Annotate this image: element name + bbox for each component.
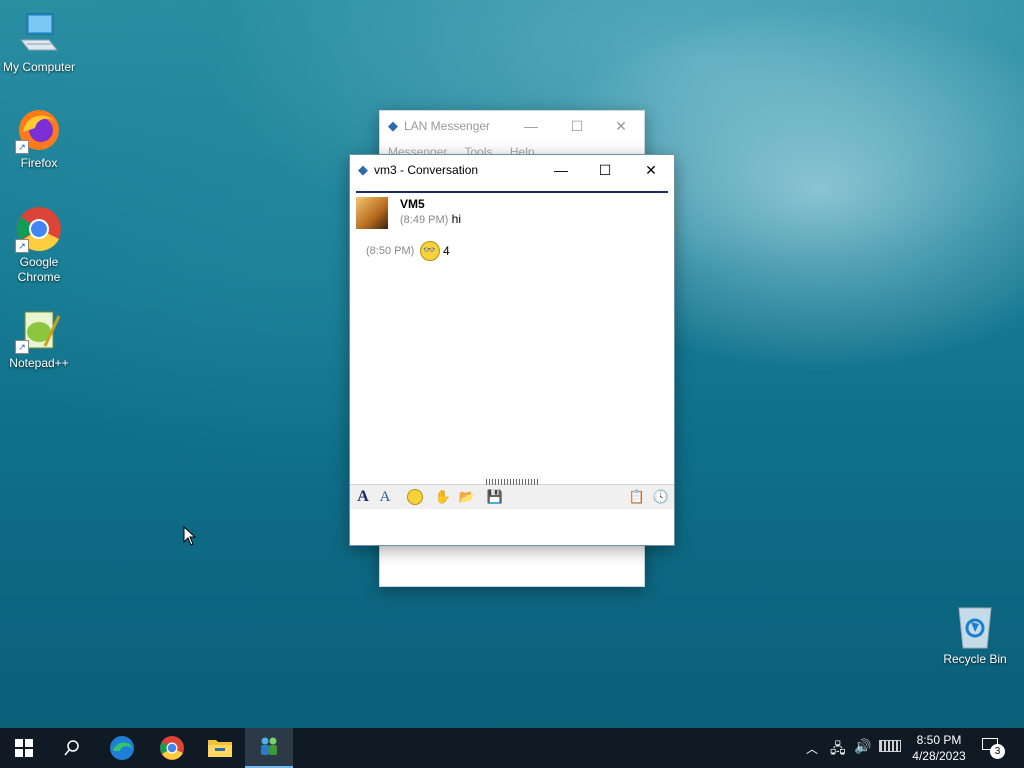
notification-count-badge: 3	[990, 744, 1005, 759]
desktop-icon-label: My Computer	[2, 60, 76, 74]
network-icon[interactable]: 🖧	[830, 738, 846, 762]
taskbar: ︿ 🖧 🔊 8:50 PM 4/28/2023 3	[0, 728, 1024, 768]
desktop-icon-label: Recycle Bin	[943, 652, 1007, 666]
desktop-icon-label: Firefox	[20, 156, 58, 170]
windows-logo-icon	[15, 739, 33, 757]
clock-date: 4/28/2023	[912, 749, 966, 763]
close-button[interactable]: ✕	[598, 111, 644, 141]
start-button[interactable]	[0, 728, 48, 768]
edge-icon	[110, 736, 134, 760]
notepad-plus-plus-icon: ↗	[15, 306, 63, 354]
message-text: hi	[451, 212, 461, 226]
send-file-icon[interactable]: 📂	[458, 489, 476, 505]
message-input[interactable]	[350, 509, 674, 545]
show-hidden-icons-button[interactable]: ︿	[806, 740, 818, 757]
conversation-app-icon: ◆	[358, 162, 368, 177]
mouse-cursor-icon	[183, 525, 197, 549]
desktop-icon-google-chrome[interactable]: ↗ Google Chrome	[1, 205, 77, 285]
nerd-emoticon-icon: 👓	[419, 241, 440, 261]
search-icon	[64, 740, 79, 756]
avatar	[356, 197, 388, 229]
minimize-button[interactable]: —	[538, 155, 584, 185]
volume-icon[interactable]: 🔊	[854, 738, 871, 755]
splitter-grip[interactable]	[486, 479, 538, 485]
notification-center-button[interactable]: 3	[980, 736, 1006, 760]
message-line: (8:50 PM) 👓 4	[366, 241, 668, 261]
message-history[interactable]: VM5 (8:49 PM) hi (8:50 PM) 👓 4	[356, 191, 668, 471]
search-button[interactable]	[48, 728, 96, 768]
desktop-icon-my-computer[interactable]: My Computer	[1, 10, 77, 75]
conversation-titlebar[interactable]: ◆ vm3 - Conversation — ☐ ✕	[350, 155, 674, 185]
lan-messenger-icon	[261, 737, 277, 755]
shortcut-arrow-icon: ↗	[15, 239, 29, 253]
desktop-icon-recycle-bin[interactable]: Recycle Bin	[937, 602, 1013, 667]
font-icon[interactable]: A	[354, 488, 372, 505]
lan-messenger-app-icon: ◆	[388, 118, 398, 133]
computer-icon	[15, 10, 63, 58]
compose-toolbar: A A ✋ 📂 💾 📋 🕓	[350, 479, 674, 510]
history-icon[interactable]: 🕓	[652, 489, 670, 505]
taskbar-chrome[interactable]	[148, 728, 196, 768]
desktop-icon-label: Google Chrome	[17, 255, 61, 284]
taskbar-lan-messenger[interactable]	[245, 728, 293, 768]
taskbar-edge[interactable]	[98, 728, 146, 768]
message-time: (8:50 PM)	[366, 245, 415, 257]
message-line: (8:49 PM) hi	[400, 212, 461, 226]
message-group: VM5 (8:49 PM) hi	[356, 197, 668, 231]
history-divider	[356, 191, 668, 193]
conversation-window[interactable]: ◆ vm3 - Conversation — ☐ ✕ VM5 (8:49 PM)…	[349, 154, 675, 546]
transfers-icon[interactable]: 📋	[628, 489, 646, 505]
chrome-icon	[160, 736, 184, 760]
desktop-icon-notepad-plus-plus[interactable]: ↗ Notepad++	[1, 306, 77, 371]
font-color-icon[interactable]: A	[376, 489, 394, 505]
close-button[interactable]: ✕	[628, 155, 674, 185]
keyboard-icon[interactable]	[879, 740, 901, 752]
sender-name: VM5	[400, 197, 425, 211]
maximize-button[interactable]: ☐	[554, 111, 600, 141]
taskbar-file-explorer[interactable]	[196, 728, 244, 768]
shortcut-arrow-icon: ↗	[15, 340, 29, 354]
message-time: (8:49 PM)	[400, 214, 449, 226]
emoticon-icon[interactable]	[406, 489, 424, 505]
message-text: 4	[442, 244, 450, 258]
chrome-icon: ↗	[15, 205, 63, 253]
clock[interactable]: 8:50 PM 4/28/2023	[906, 732, 972, 764]
window-title: LAN Messenger	[404, 119, 491, 133]
desktop-icon-label: Notepad++	[9, 356, 69, 370]
shortcut-arrow-icon: ↗	[15, 140, 29, 154]
folder-icon	[208, 740, 232, 757]
window-title: vm3 - Conversation	[374, 163, 479, 177]
clock-time: 8:50 PM	[916, 733, 962, 747]
nudge-icon[interactable]: ✋	[434, 489, 452, 505]
maximize-button[interactable]: ☐	[582, 155, 628, 185]
save-icon[interactable]: 💾	[486, 489, 504, 505]
lan-messenger-titlebar[interactable]: ◆ LAN Messenger — ☐ ✕	[380, 111, 644, 141]
firefox-icon: ↗	[15, 106, 63, 154]
recycle-bin-icon	[951, 602, 999, 650]
minimize-button[interactable]: —	[508, 111, 554, 141]
desktop-icon-firefox[interactable]: ↗ Firefox	[1, 106, 77, 171]
